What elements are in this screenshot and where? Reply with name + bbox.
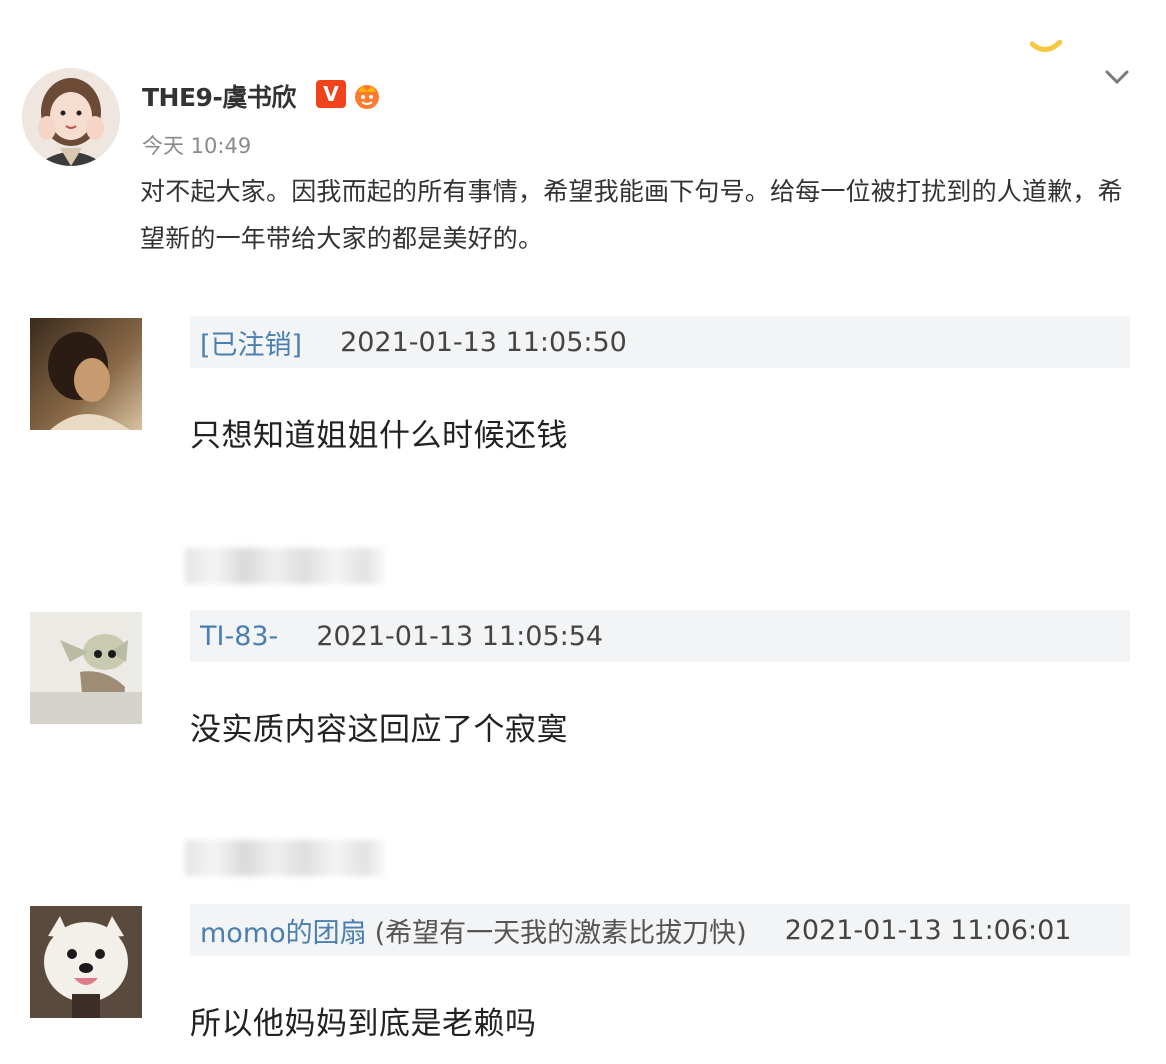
comment-time: 2021-01-13 11:05:54: [316, 620, 604, 652]
comment-time: 2021-01-13 11:05:50: [340, 326, 627, 358]
comment-avatar[interactable]: [30, 906, 142, 1018]
comment-header: momo的团扇 (希望有一天我的激素比拔刀快) 2021-01-13 11:06…: [190, 904, 1130, 956]
comment-time: 2021-01-13 11:06:01: [784, 914, 1072, 946]
verified-icon: V: [316, 80, 346, 108]
redacted-block: [185, 840, 385, 876]
comment-username[interactable]: [已注销]: [200, 323, 302, 362]
comment-header: TI-83- 2021-01-13 11:05:54: [190, 610, 1130, 662]
post-text: 对不起大家。因我而起的所有事情，希望我能画下句号。给每一位被打扰到的人道歉，希望…: [140, 177, 1123, 253]
author-name[interactable]: THE9-虞书欣: [142, 78, 296, 114]
redacted-block: [185, 548, 385, 584]
chevron-down-icon[interactable]: [1102, 62, 1132, 92]
author-avatar[interactable]: [22, 68, 120, 166]
comment-username[interactable]: TI-83-: [200, 621, 278, 652]
comment-header: [已注销] 2021-01-13 11:05:50: [190, 316, 1130, 368]
comment-text: 没实质内容这回应了个寂寞: [190, 712, 568, 748]
comment-text: 只想知道姐姐什么时候还钱: [190, 418, 568, 454]
post-time[interactable]: 今天 10:49: [142, 130, 251, 160]
author-badges: V: [316, 80, 384, 110]
comment-username[interactable]: momo的团扇: [200, 911, 367, 950]
decoration-icon: [1030, 40, 1062, 52]
comment-avatar[interactable]: [30, 612, 142, 724]
comment-text: 所以他妈妈到底是老赖吗: [190, 1006, 537, 1042]
weibo-post: THE9-虞书欣 V 今天 10:49 对不起大家。因我而起的所有事情，希望我能…: [0, 0, 1166, 260]
comment-avatar[interactable]: [30, 318, 142, 430]
comment-user-note: (希望有一天我的激素比拔刀快): [374, 917, 747, 949]
vip-crown-icon: [355, 85, 379, 109]
